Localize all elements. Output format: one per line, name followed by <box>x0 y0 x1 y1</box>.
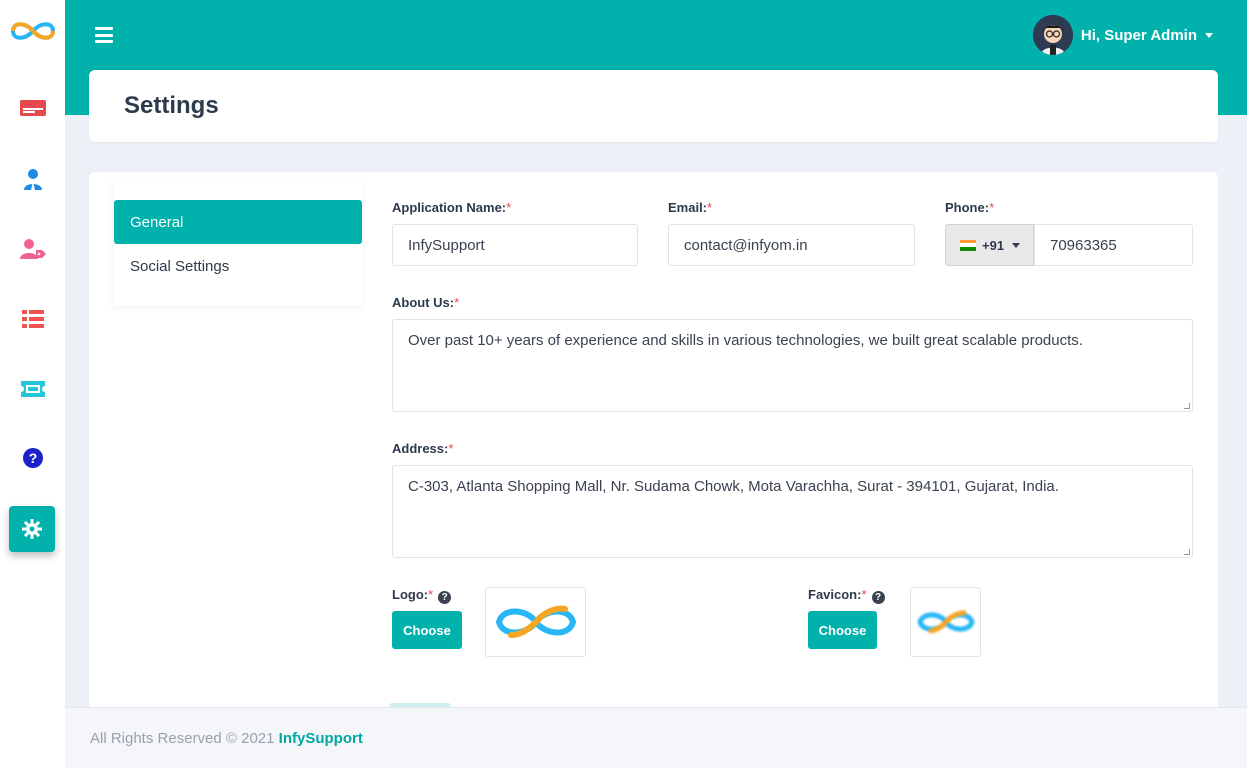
user-menu[interactable]: Hi, Super Admin <box>1032 15 1213 55</box>
app-name-label: Application Name:* <box>392 200 512 215</box>
logo-label: Logo:*? <box>392 587 452 604</box>
tab-general[interactable]: General <box>114 200 362 244</box>
menu-toggle-icon[interactable] <box>95 27 113 43</box>
address-textarea[interactable]: C-303, Atlanta Shopping Mall, Nr. Sudama… <box>392 465 1193 558</box>
about-label: About Us:* <box>392 295 460 310</box>
chevron-down-icon <box>1012 242 1021 248</box>
avatar <box>1032 15 1073 55</box>
favicon-preview <box>910 587 981 657</box>
page-title-card: Settings <box>89 70 1218 142</box>
question-circle-icon: ? <box>22 448 43 468</box>
settings-tabs: General Social Settings <box>114 180 362 306</box>
footer: All Rights Reserved © 2021 InfySupport <box>65 707 1247 768</box>
infinity-logo-icon <box>495 605 576 638</box>
country-code-select[interactable]: +91 <box>945 224 1034 266</box>
sidebar-item-dashboard[interactable] <box>0 88 65 128</box>
ticket-icon <box>20 381 45 397</box>
infinity-favicon-icon <box>916 610 975 634</box>
settings-card: General Social Settings Application Name… <box>89 172 1218 717</box>
user-greeting: Hi, Super Admin <box>1080 26 1197 44</box>
email-label: Email:* <box>668 200 713 215</box>
question-circle-icon[interactable]: ? <box>438 591 452 604</box>
resize-handle[interactable] <box>1184 549 1190 555</box>
about-textarea[interactable]: Over past 10+ years of experience and sk… <box>392 319 1193 412</box>
sidebar-item-tickets[interactable] <box>0 369 65 409</box>
page-title: Settings <box>124 92 219 119</box>
phone-input[interactable]: 70963365 <box>1034 224 1193 266</box>
phone-label: Phone:* <box>945 200 995 215</box>
user-tie-icon <box>23 169 42 190</box>
svg-text:?: ? <box>28 450 37 466</box>
sidebar-item-categories[interactable] <box>0 299 65 339</box>
address-label: Address:* <box>392 441 454 456</box>
resize-handle[interactable] <box>1184 403 1190 409</box>
favicon-label: Favicon:*? <box>808 587 885 604</box>
sidebar-item-agents[interactable] <box>0 159 65 199</box>
list-icon <box>21 310 44 328</box>
sidebar: ? <box>0 0 65 768</box>
chevron-down-icon <box>1205 32 1213 38</box>
user-tag-icon <box>19 239 46 259</box>
email-input[interactable]: contact@infyom.in <box>668 224 915 266</box>
choose-favicon-button[interactable]: Choose <box>808 611 877 649</box>
app-name-input[interactable]: InfySupport <box>392 224 638 266</box>
choose-logo-button[interactable]: Choose <box>392 611 462 649</box>
question-circle-icon[interactable]: ? <box>871 591 885 604</box>
sidebar-item-settings[interactable] <box>9 506 55 552</box>
logo-preview <box>485 587 586 657</box>
footer-copyright: All Rights Reserved © 2021 InfySupport <box>90 730 363 747</box>
tab-social-settings[interactable]: Social Settings <box>114 244 362 288</box>
footer-brand-link[interactable]: InfySupport <box>279 730 363 747</box>
gear-icon <box>22 519 42 539</box>
sidebar-item-faqs[interactable]: ? <box>0 438 65 478</box>
app-logo[interactable] <box>7 16 59 46</box>
sidebar-item-customers[interactable] <box>0 229 65 269</box>
india-flag-icon <box>960 239 976 251</box>
id-card-icon <box>19 100 46 116</box>
